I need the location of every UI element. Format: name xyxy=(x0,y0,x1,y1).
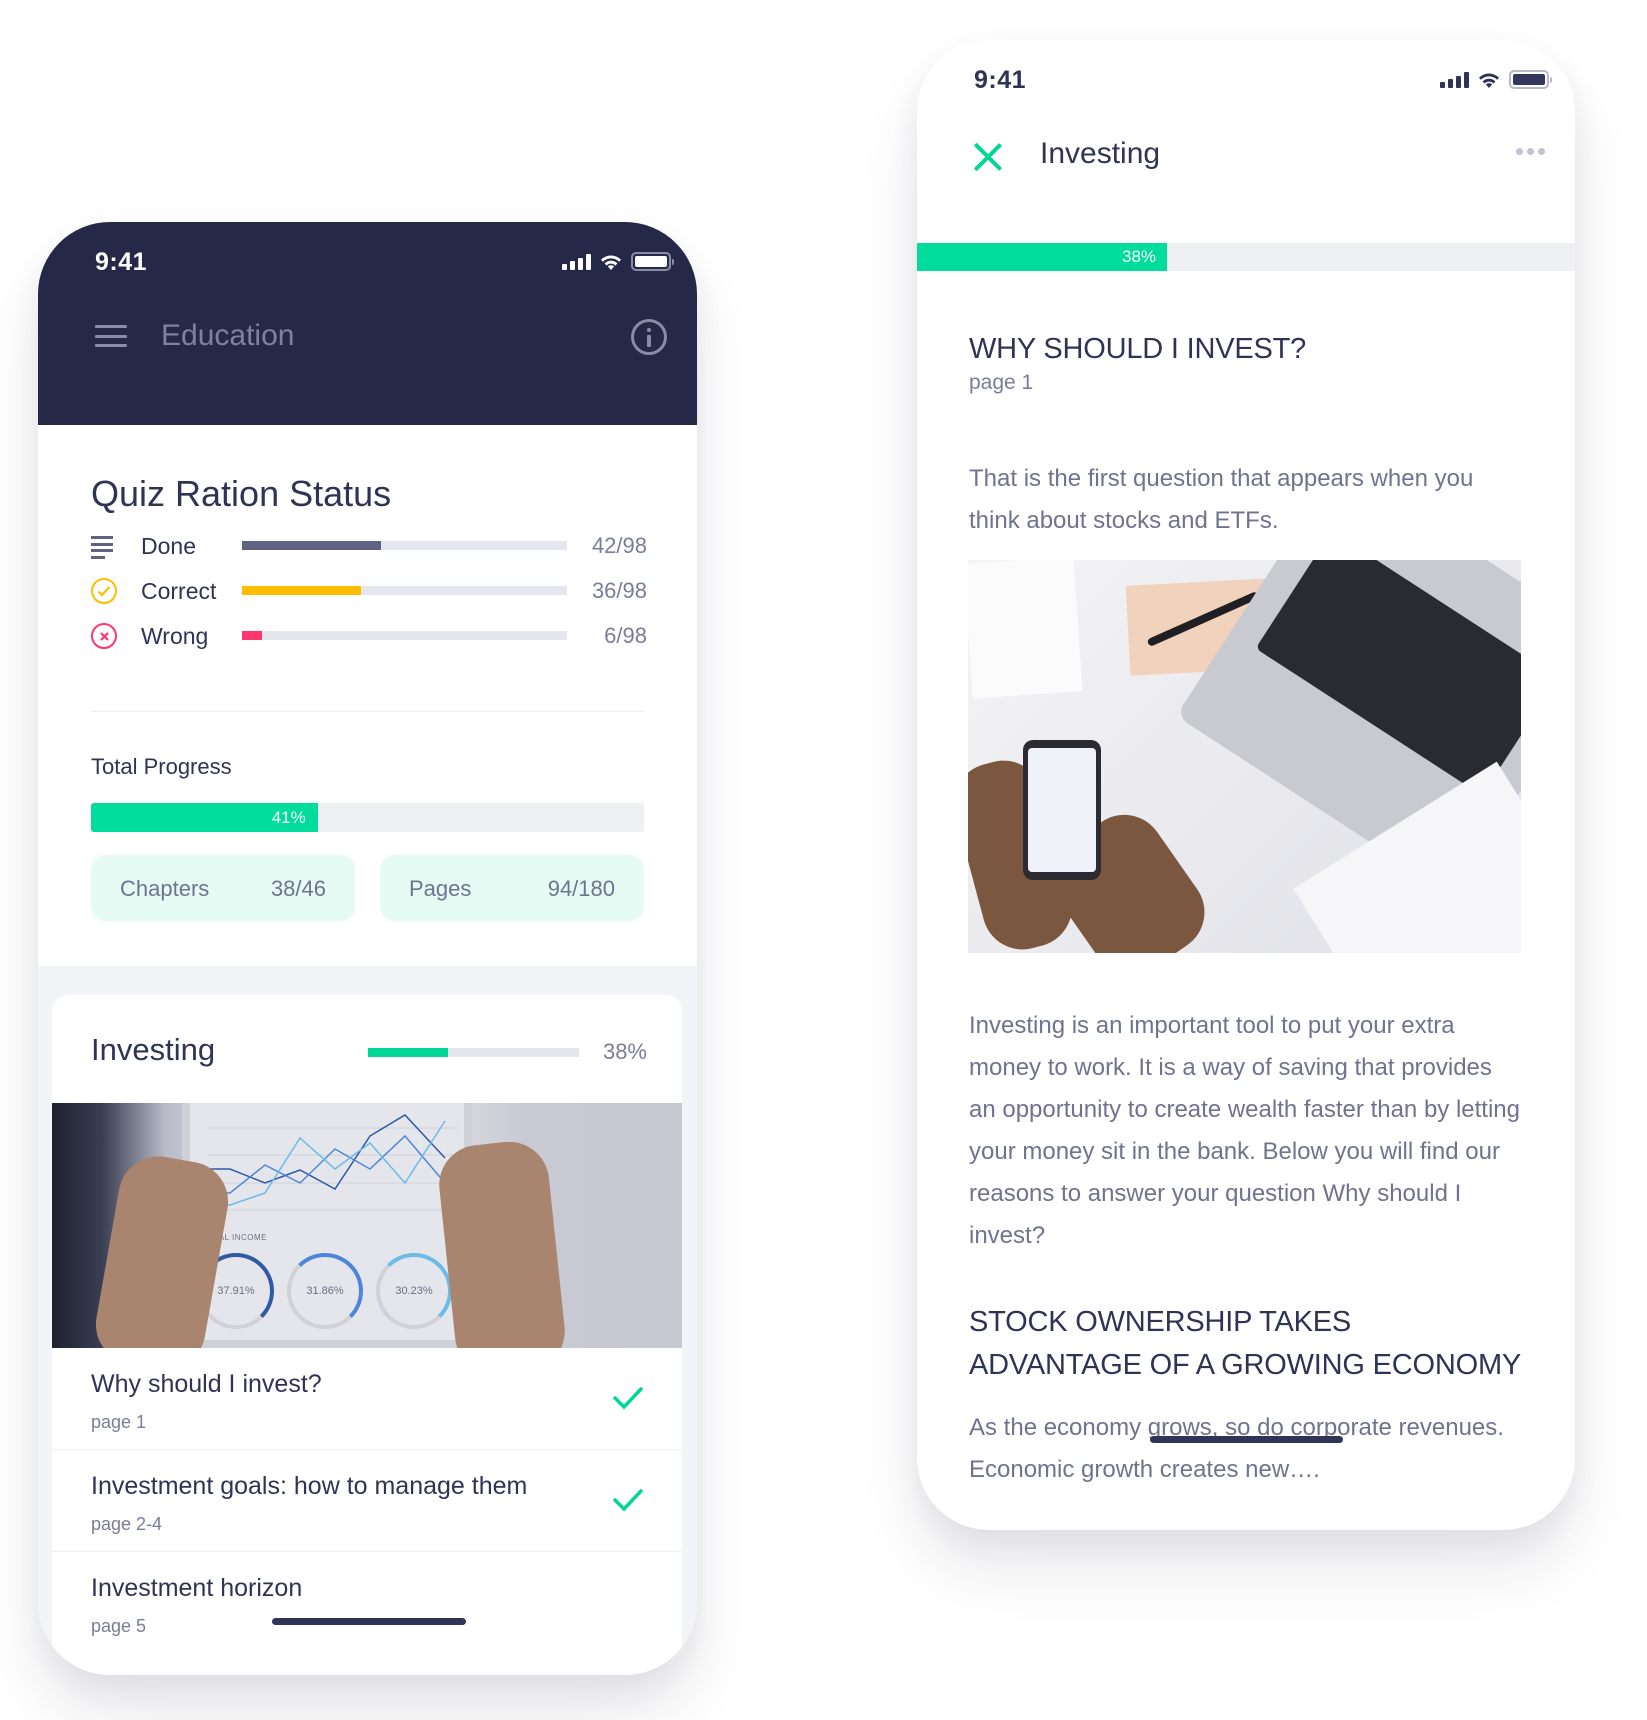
article-page: page 1 xyxy=(969,371,1034,394)
lesson-item[interactable]: Investment goals: how to manage them pag… xyxy=(52,1450,682,1552)
cellular-signal-icon xyxy=(1440,71,1469,88)
chip-label: Chapters xyxy=(120,876,210,901)
lesson-title: Investment horizon xyxy=(91,1574,303,1602)
battery-icon xyxy=(631,252,674,271)
course-progress-text: 38% xyxy=(602,1039,647,1064)
article-subheading: STOCK OWNERSHIP TAKES ADVANTAGE OF A GRO… xyxy=(969,1306,1522,1381)
quiz-row-value: 36/98 xyxy=(591,578,647,603)
lesson-page: page 1 xyxy=(91,1412,147,1432)
status-bar: 9:41 xyxy=(917,40,1575,120)
education-phone-screen: 9:41 Education Quiz Ration Status Done 4… xyxy=(38,222,697,1675)
quiz-row-label: Wrong xyxy=(141,623,209,649)
article-progress-text: 38% xyxy=(1122,247,1157,266)
header-title: Education xyxy=(161,319,295,352)
right-hand-illustration xyxy=(435,1137,569,1348)
chip-label: Pages xyxy=(409,876,472,901)
quiz-row-bar xyxy=(242,586,567,595)
cellular-signal-icon xyxy=(562,253,591,270)
lesson-item[interactable]: Investment horizon page 5 xyxy=(52,1552,682,1654)
tablet-line-chart xyxy=(208,1114,460,1211)
lesson-page: page 2-4 xyxy=(91,1514,163,1534)
quiz-row-bar xyxy=(242,541,567,550)
info-icon[interactable] xyxy=(631,319,667,355)
quiz-title: Quiz Ration Status xyxy=(91,473,392,514)
course-image: TOTAL INCOME 37.91% 31.86% 30.23% xyxy=(52,1103,682,1348)
article-progress-fill: 38% xyxy=(917,243,1168,271)
article-heading: WHY SHOULD I INVEST? xyxy=(969,333,1307,365)
course-progress-bar xyxy=(368,1048,579,1057)
quiz-row-bar xyxy=(242,631,567,640)
total-progress-label: Total Progress xyxy=(91,754,232,779)
check-circle-icon xyxy=(91,578,117,604)
article-teaser: As the economy grows, so do corporate re… xyxy=(969,1414,1504,1483)
total-progress-fill: 41% xyxy=(91,803,318,832)
article-phone-screen: 9:41 Investing 38% WHY SHOULD I INVEST? … xyxy=(917,40,1575,1530)
chapters-chip[interactable]: Chapters 38/46 xyxy=(91,855,355,921)
status-bar: 9:41 xyxy=(38,222,697,302)
notes-paper-illustration xyxy=(968,560,1083,699)
article-image xyxy=(968,560,1521,953)
x-circle-icon xyxy=(91,623,117,649)
quiz-row-correct: Correct 36/98 xyxy=(91,576,647,606)
close-icon[interactable] xyxy=(973,142,1003,172)
total-progress-bar: 41% xyxy=(91,803,644,832)
status-time: 9:41 xyxy=(95,248,148,276)
wifi-icon xyxy=(1479,72,1499,88)
battery-icon xyxy=(1509,70,1552,89)
quiz-row-label: Done xyxy=(141,533,196,559)
article-body: Investing is an important tool to put yo… xyxy=(969,1012,1521,1249)
course-card-investing[interactable]: Investing 38% TOTAL INCOME 37.91% 31.86%… xyxy=(52,995,682,1675)
quiz-row-value: 42/98 xyxy=(591,533,647,558)
lesson-item[interactable]: Why should I invest? page 1 xyxy=(52,1348,682,1450)
quiz-status-section: Quiz Ration Status Done 42/98 Correct 36… xyxy=(38,425,697,966)
section-divider xyxy=(91,711,644,712)
article-intro: That is the first question that appears … xyxy=(969,465,1474,534)
income-ring: 30.23% xyxy=(376,1253,452,1329)
quiz-row-done: Done 42/98 xyxy=(91,531,647,561)
course-title: Investing xyxy=(91,1032,216,1067)
lesson-title: Investment goals: how to manage them xyxy=(91,1472,528,1500)
quiz-row-wrong: Wrong 6/98 xyxy=(91,621,647,651)
chip-value: 38/46 xyxy=(270,876,326,901)
hamburger-menu-icon[interactable] xyxy=(95,325,127,347)
list-lines-icon xyxy=(91,533,117,559)
total-progress-text: 41% xyxy=(271,808,306,827)
check-icon xyxy=(613,1489,643,1512)
wifi-icon xyxy=(601,254,621,270)
chip-value: 94/180 xyxy=(547,876,615,901)
tablet-illustration: TOTAL INCOME 37.91% 31.86% 30.23% xyxy=(182,1103,472,1348)
education-header: 9:41 Education xyxy=(38,222,697,425)
quiz-row-label: Correct xyxy=(141,578,217,604)
more-dots-icon[interactable] xyxy=(1516,148,1545,155)
lesson-page: page 5 xyxy=(91,1616,147,1636)
income-ring: 31.86% xyxy=(287,1253,363,1329)
article-progress-bar: 38% xyxy=(917,243,1575,271)
lesson-title: Why should I invest? xyxy=(91,1370,322,1398)
quiz-row-value: 6/98 xyxy=(604,623,647,648)
check-icon xyxy=(613,1387,643,1410)
status-time: 9:41 xyxy=(974,66,1027,94)
pages-chip[interactable]: Pages 94/180 xyxy=(380,855,644,921)
home-indicator[interactable] xyxy=(272,1618,466,1625)
smartphone-illustration xyxy=(1023,740,1101,880)
home-indicator[interactable] xyxy=(1150,1436,1343,1443)
article-header-title: Investing xyxy=(1040,137,1161,170)
article-heading-block: WHY SHOULD I INVEST? page 1 xyxy=(969,328,1524,395)
